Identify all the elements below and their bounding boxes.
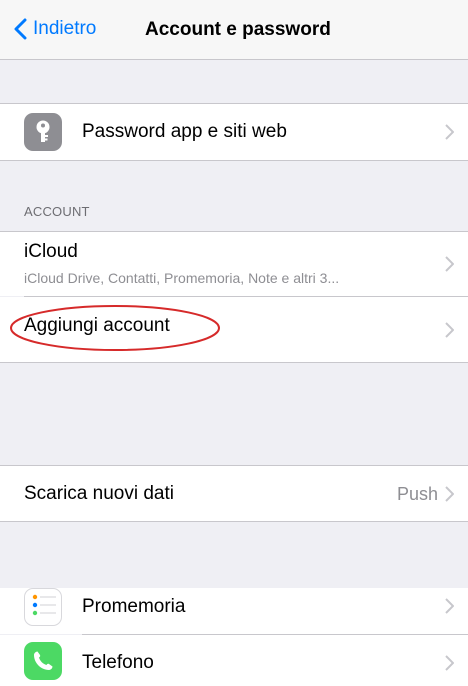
add-account-row[interactable]: Aggiungi account — [0, 297, 468, 362]
passwords-row[interactable]: Password app e siti web — [0, 104, 468, 160]
chevron-right-icon — [445, 655, 454, 671]
fetch-label: Scarica nuovi dati — [24, 483, 174, 504]
key-icon — [24, 113, 62, 151]
chevron-left-icon — [14, 18, 27, 40]
phone-row[interactable]: Telefono — [0, 635, 468, 686]
chevron-right-icon — [445, 598, 454, 614]
section-header-account: ACCOUNT — [24, 204, 90, 219]
icloud-subtitle: iCloud Drive, Contatti, Promemoria, Note… — [24, 270, 340, 286]
fetch-new-data-row[interactable]: Scarica nuovi dati Push — [0, 466, 468, 521]
reminders-row[interactable]: Promemoria — [0, 588, 468, 634]
icloud-row[interactable]: iCloud iCloud Drive, Contatti, Promemori… — [0, 232, 468, 296]
back-button[interactable]: Indietro — [14, 18, 96, 40]
phone-label: Telefono — [82, 652, 154, 673]
reminders-icon — [24, 588, 62, 626]
chevron-right-icon — [445, 486, 454, 502]
separator — [0, 160, 468, 161]
phone-icon — [24, 642, 62, 680]
add-account-label: Aggiungi account — [24, 315, 170, 336]
chevron-right-icon — [445, 256, 454, 272]
separator — [0, 521, 468, 522]
back-label: Indietro — [33, 18, 97, 39]
navigation-bar: Indietro Account e password — [0, 0, 468, 60]
chevron-right-icon — [445, 124, 454, 140]
chevron-right-icon — [445, 322, 454, 338]
reminders-label: Promemoria — [82, 596, 186, 617]
icloud-title: iCloud — [24, 241, 78, 262]
passwords-label: Password app e siti web — [82, 121, 287, 142]
fetch-value: Push — [396, 484, 438, 504]
page-title: Account e password — [145, 19, 331, 40]
separator — [0, 362, 468, 363]
